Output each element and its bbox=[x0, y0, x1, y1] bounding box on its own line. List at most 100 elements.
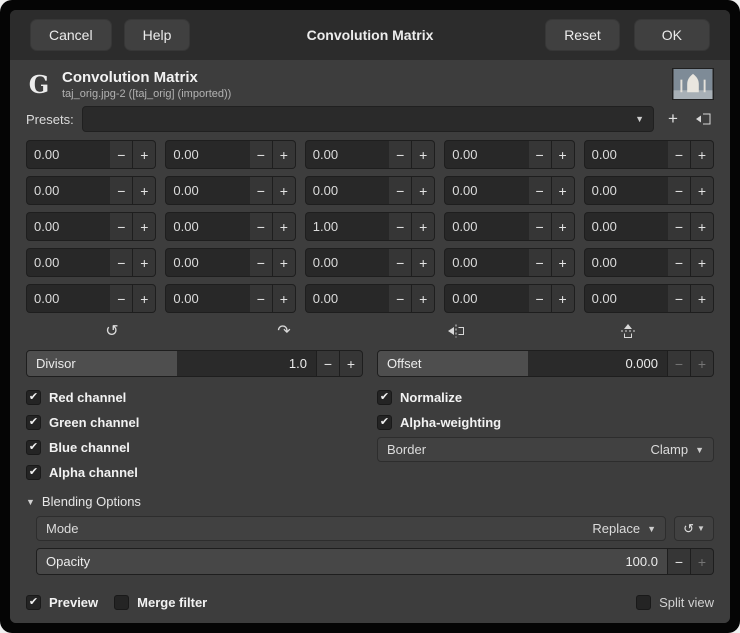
matrix-value-field[interactable]: 0.00 bbox=[444, 284, 529, 313]
divisor-decrement-button[interactable]: − bbox=[317, 350, 340, 377]
help-button[interactable]: Help bbox=[123, 19, 191, 51]
decrement-button[interactable]: − bbox=[110, 248, 134, 277]
increment-button[interactable]: + bbox=[133, 212, 157, 241]
matrix-value-field[interactable]: 0.00 bbox=[583, 176, 668, 205]
decrement-button[interactable]: − bbox=[110, 140, 134, 169]
matrix-value-field[interactable]: 0.00 bbox=[444, 212, 529, 241]
matrix-value-field[interactable]: 0.00 bbox=[165, 212, 250, 241]
titlebar[interactable]: Cancel Help Convolution Matrix Reset OK bbox=[10, 10, 730, 60]
decrement-button[interactable]: − bbox=[528, 284, 552, 313]
increment-button[interactable]: + bbox=[272, 284, 296, 313]
decrement-button[interactable]: − bbox=[389, 140, 413, 169]
green-channel-checkbox[interactable]: ✔ bbox=[26, 415, 41, 430]
decrement-button[interactable]: − bbox=[528, 248, 552, 277]
increment-button[interactable]: + bbox=[272, 212, 296, 241]
blue-channel-checkbox[interactable]: ✔ bbox=[26, 440, 41, 455]
opacity-decrement-button[interactable]: − bbox=[668, 548, 691, 575]
normalize-checkbox[interactable]: ✔ bbox=[377, 390, 392, 405]
reset-button[interactable]: Reset bbox=[545, 19, 620, 51]
matrix-value-field[interactable]: 0.00 bbox=[165, 140, 250, 169]
matrix-value-field[interactable]: 0.00 bbox=[444, 140, 529, 169]
matrix-value-field[interactable]: 0.00 bbox=[304, 284, 390, 313]
decrement-button[interactable]: − bbox=[249, 176, 273, 205]
decrement-button[interactable]: − bbox=[249, 140, 273, 169]
mode-reset-button[interactable]: ↺ ▼ bbox=[674, 516, 714, 541]
matrix-value-field[interactable]: 0.00 bbox=[444, 176, 529, 205]
rotate-clockwise-button[interactable]: ↷ bbox=[198, 320, 370, 342]
rotate-counterclockwise-button[interactable]: ↺ bbox=[26, 320, 198, 342]
decrement-button[interactable]: − bbox=[667, 140, 691, 169]
increment-button[interactable]: + bbox=[133, 140, 157, 169]
matrix-value-field[interactable]: 0.00 bbox=[583, 140, 668, 169]
matrix-value-field[interactable]: 0.00 bbox=[165, 248, 250, 277]
increment-button[interactable]: + bbox=[133, 284, 157, 313]
increment-button[interactable]: + bbox=[272, 176, 296, 205]
increment-button[interactable]: + bbox=[272, 140, 296, 169]
matrix-value-field[interactable]: 0.00 bbox=[444, 248, 529, 277]
alpha-weighting-checkbox[interactable]: ✔ bbox=[377, 415, 392, 430]
preview-checkbox[interactable]: ✔ bbox=[26, 594, 41, 610]
decrement-button[interactable]: − bbox=[528, 212, 552, 241]
flip-horizontal-button[interactable] bbox=[370, 320, 542, 342]
matrix-value-field[interactable]: 0.00 bbox=[583, 248, 668, 277]
matrix-value-field[interactable]: 0.00 bbox=[304, 248, 390, 277]
decrement-button[interactable]: − bbox=[389, 212, 413, 241]
matrix-value-field[interactable]: 0.00 bbox=[26, 284, 111, 313]
matrix-value-field[interactable]: 0.00 bbox=[165, 284, 250, 313]
presets-combobox[interactable]: ▼ bbox=[81, 106, 654, 132]
matrix-value-field[interactable]: 0.00 bbox=[304, 140, 390, 169]
decrement-button[interactable]: − bbox=[249, 248, 273, 277]
decrement-button[interactable]: − bbox=[389, 176, 413, 205]
increment-button[interactable]: + bbox=[412, 212, 436, 241]
decrement-button[interactable]: − bbox=[528, 140, 552, 169]
increment-button[interactable]: + bbox=[551, 248, 575, 277]
add-preset-button[interactable]: + bbox=[662, 108, 684, 130]
decrement-button[interactable]: − bbox=[667, 248, 691, 277]
red-channel-checkbox[interactable]: ✔ bbox=[26, 390, 41, 405]
split-view-checkbox[interactable] bbox=[636, 594, 652, 610]
increment-button[interactable]: + bbox=[133, 248, 157, 277]
border-combobox[interactable]: Border Clamp ▼ bbox=[377, 437, 714, 462]
decrement-button[interactable]: − bbox=[249, 212, 273, 241]
increment-button[interactable]: + bbox=[690, 248, 714, 277]
divisor-increment-button[interactable]: + bbox=[340, 350, 363, 377]
flip-vertical-button[interactable] bbox=[542, 320, 714, 342]
increment-button[interactable]: + bbox=[551, 284, 575, 313]
presets-menu-button[interactable] bbox=[692, 108, 714, 130]
mode-combobox[interactable]: Mode Replace ▼ bbox=[36, 516, 666, 541]
matrix-value-field[interactable]: 0.00 bbox=[583, 284, 668, 313]
matrix-value-field[interactable]: 0.00 bbox=[26, 212, 111, 241]
increment-button[interactable]: + bbox=[412, 284, 436, 313]
increment-button[interactable]: + bbox=[133, 176, 157, 205]
cancel-button[interactable]: Cancel bbox=[30, 19, 112, 51]
decrement-button[interactable]: − bbox=[667, 212, 691, 241]
increment-button[interactable]: + bbox=[412, 248, 436, 277]
increment-button[interactable]: + bbox=[690, 176, 714, 205]
decrement-button[interactable]: − bbox=[389, 248, 413, 277]
increment-button[interactable]: + bbox=[551, 140, 575, 169]
matrix-value-field[interactable]: 0.00 bbox=[26, 140, 111, 169]
decrement-button[interactable]: − bbox=[110, 284, 134, 313]
decrement-button[interactable]: − bbox=[110, 176, 134, 205]
merge-filter-checkbox[interactable] bbox=[114, 594, 130, 610]
matrix-value-field[interactable]: 0.00 bbox=[583, 212, 668, 241]
increment-button[interactable]: + bbox=[690, 212, 714, 241]
decrement-button[interactable]: − bbox=[249, 284, 273, 313]
ok-button[interactable]: OK bbox=[633, 19, 710, 51]
opacity-slider[interactable]: Opacity 100.0 bbox=[36, 548, 668, 575]
increment-button[interactable]: + bbox=[412, 140, 436, 169]
matrix-value-field[interactable]: 0.00 bbox=[165, 176, 250, 205]
decrement-button[interactable]: − bbox=[667, 284, 691, 313]
matrix-value-field[interactable]: 0.00 bbox=[26, 176, 111, 205]
decrement-button[interactable]: − bbox=[667, 176, 691, 205]
alpha-channel-checkbox[interactable]: ✔ bbox=[26, 465, 41, 480]
decrement-button[interactable]: − bbox=[110, 212, 134, 241]
decrement-button[interactable]: − bbox=[528, 176, 552, 205]
increment-button[interactable]: + bbox=[551, 212, 575, 241]
increment-button[interactable]: + bbox=[690, 284, 714, 313]
divisor-slider[interactable]: Divisor 1.0 bbox=[26, 350, 317, 377]
increment-button[interactable]: + bbox=[412, 176, 436, 205]
blending-options-expander[interactable]: ▼ Blending Options bbox=[26, 494, 714, 509]
matrix-value-field[interactable]: 0.00 bbox=[304, 176, 390, 205]
decrement-button[interactable]: − bbox=[389, 284, 413, 313]
